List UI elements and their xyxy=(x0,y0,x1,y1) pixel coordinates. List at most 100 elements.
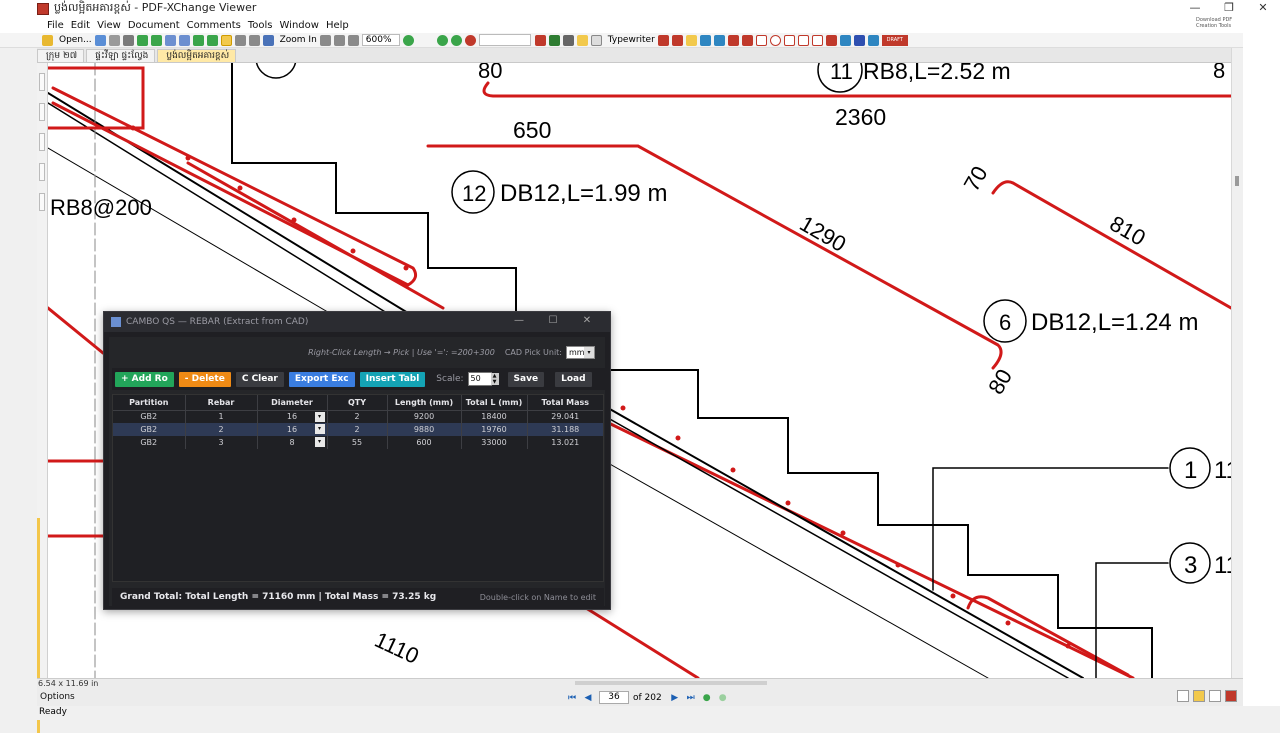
fit-page-icon[interactable] xyxy=(319,34,331,46)
polygon-icon[interactable] xyxy=(783,34,795,46)
export-excel-button[interactable]: Export Exc xyxy=(288,371,355,387)
layers-panel-tab[interactable] xyxy=(39,133,45,151)
minimize-button[interactable]: — xyxy=(1178,0,1212,17)
attachments-panel-tab[interactable] xyxy=(39,193,45,211)
col-partition[interactable]: Partition xyxy=(113,395,186,411)
print-icon[interactable] xyxy=(108,34,120,46)
highlight-icon[interactable] xyxy=(548,34,560,46)
insert-table-button[interactable]: Insert Tabl xyxy=(359,371,426,387)
undo-icon[interactable] xyxy=(164,34,176,46)
history-forward-icon[interactable]: ● xyxy=(718,693,728,703)
bookmarks-panel-tab[interactable] xyxy=(39,73,45,91)
cell-rebar[interactable]: 1 xyxy=(185,410,258,423)
find-icon[interactable] xyxy=(534,34,546,46)
dialog-close-button[interactable]: ✕ xyxy=(570,315,604,326)
prev-view-icon[interactable] xyxy=(436,34,448,46)
tab-high-rise-detail[interactable]: ប្លង់លម្អិតអគារខ្ពស់ xyxy=(157,49,237,62)
col-total-mass[interactable]: Total Mass xyxy=(527,395,603,411)
comments-panel-tab[interactable] xyxy=(39,163,45,181)
redo-icon[interactable] xyxy=(178,34,190,46)
cell-diameter[interactable]: 8 ▾ xyxy=(257,436,328,449)
hand-tool-icon[interactable] xyxy=(220,34,232,46)
vertical-scrollbar[interactable] xyxy=(1231,48,1243,678)
cell-partition[interactable]: GB2 xyxy=(113,436,186,449)
menu-edit[interactable]: Edit xyxy=(71,20,97,31)
pdf-icon[interactable] xyxy=(1225,690,1237,702)
menu-help[interactable]: Help xyxy=(326,20,356,31)
cell-diameter[interactable]: 16 ▾ xyxy=(257,423,328,436)
last-page-icon[interactable]: ⏭ xyxy=(686,693,696,703)
actual-size-icon[interactable] xyxy=(347,34,359,46)
delete-button[interactable]: - Delete xyxy=(178,371,231,387)
cell-partition[interactable]: GB2 xyxy=(113,423,186,436)
cell-length[interactable]: 600 xyxy=(387,436,462,449)
chevron-down-icon[interactable]: ▾ xyxy=(314,411,325,422)
fit-width-icon[interactable] xyxy=(333,34,345,46)
strikeout-icon[interactable] xyxy=(713,34,725,46)
menu-tools[interactable]: Tools xyxy=(248,20,280,31)
thumbnails-panel-tab[interactable] xyxy=(39,103,45,121)
forward-icon[interactable] xyxy=(150,34,162,46)
typewriter-icon[interactable] xyxy=(590,34,602,46)
close-button[interactable]: ✕ xyxy=(1246,0,1280,17)
add-row-button[interactable]: + Add Ro xyxy=(115,371,174,387)
menu-view[interactable]: View xyxy=(97,20,128,31)
col-diameter[interactable]: Diameter xyxy=(257,395,328,411)
cloud-icon[interactable] xyxy=(797,34,809,46)
cell-length[interactable]: 9200 xyxy=(387,410,462,423)
single-page-icon[interactable] xyxy=(1177,690,1189,702)
history-back-icon[interactable]: ● xyxy=(702,693,712,703)
cell-partition[interactable]: GB2 xyxy=(113,410,186,423)
scale-input[interactable]: 50 ▲ ▼ xyxy=(467,372,499,386)
menu-comments[interactable]: Comments xyxy=(187,20,248,31)
horizontal-scrollbar[interactable] xyxy=(575,681,767,685)
load-button[interactable]: Load xyxy=(555,371,592,387)
zoom-in-icon[interactable] xyxy=(262,34,274,46)
callout-icon[interactable] xyxy=(671,34,683,46)
rotate-icon[interactable] xyxy=(206,34,218,46)
search-input[interactable] xyxy=(478,34,531,46)
cell-rebar[interactable]: 2 xyxy=(185,423,258,436)
cell-diameter[interactable]: 16 ▾ xyxy=(257,410,328,423)
next-page-icon[interactable]: ▶ xyxy=(670,693,680,703)
refresh-icon[interactable] xyxy=(192,34,204,46)
page-number-input[interactable]: 36 xyxy=(599,691,629,704)
menu-window[interactable]: Window xyxy=(280,20,326,31)
zoom-go-icon[interactable] xyxy=(402,34,414,46)
chevron-down-icon[interactable]: ▾ xyxy=(314,424,325,434)
pushpin-icon[interactable] xyxy=(853,34,865,46)
clear-button[interactable]: C Clear xyxy=(235,371,284,387)
cell-rebar[interactable]: 3 xyxy=(185,436,258,449)
prev-page-icon[interactable]: ◀ xyxy=(583,693,593,703)
facing-icon[interactable] xyxy=(1209,690,1221,702)
attach-icon[interactable] xyxy=(867,34,879,46)
line-icon[interactable] xyxy=(727,34,739,46)
save-button[interactable]: Save xyxy=(507,371,545,387)
eraser-icon[interactable] xyxy=(839,34,851,46)
cell-qty[interactable]: 2 xyxy=(327,410,388,423)
table-row[interactable]: GB2 1 16 ▾ 2 9200 18400 29.041 xyxy=(113,410,603,423)
tab-villa[interactable]: ផ្ទះវីឡា ផ្ទះល្វែង xyxy=(86,49,156,62)
menu-document[interactable]: Document xyxy=(128,20,187,31)
open-icon[interactable] xyxy=(42,34,53,46)
arrow-icon[interactable] xyxy=(741,34,753,46)
next-view-icon[interactable] xyxy=(450,34,462,46)
col-rebar[interactable]: Rebar xyxy=(185,395,258,411)
save-icon[interactable] xyxy=(94,34,106,46)
table-row[interactable]: GB2 2 16 ▾ 2 9880 19760 31.188 xyxy=(113,423,603,436)
text-highlight-icon[interactable] xyxy=(685,34,697,46)
promo-link[interactable]: Download PDF Creation Tools xyxy=(1196,17,1240,33)
table-row[interactable]: GB2 3 8 ▾ 55 600 33000 13.021 xyxy=(113,436,603,449)
first-page-icon[interactable]: ⏮ xyxy=(567,693,577,703)
chevron-down-icon[interactable]: ▾ xyxy=(314,437,325,447)
col-length[interactable]: Length (mm) xyxy=(387,395,462,411)
zoom-level-input[interactable]: 600% xyxy=(361,34,400,46)
scroll-thumb[interactable] xyxy=(1235,176,1239,186)
draft-stamp-button[interactable]: DRAFT xyxy=(881,34,908,46)
zoom-in-button[interactable]: Zoom In xyxy=(277,35,320,46)
dialog-minimize-button[interactable]: — xyxy=(502,315,536,326)
open-button[interactable]: Open... xyxy=(56,35,95,46)
stamp-icon[interactable] xyxy=(562,34,574,46)
maximize-button[interactable]: ❐ xyxy=(1212,0,1246,17)
dialog-title-bar[interactable]: CAMBO QS — REBAR (Extract from CAD) — ☐ … xyxy=(104,312,610,332)
